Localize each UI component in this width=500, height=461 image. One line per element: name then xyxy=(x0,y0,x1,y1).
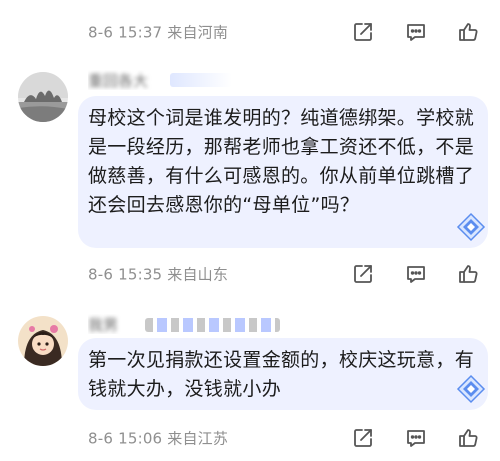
username-blur xyxy=(145,318,280,332)
comment-icon xyxy=(407,266,425,283)
diamond-badge-icon xyxy=(456,212,486,242)
comment-meta-row: 8-6 15:35 来自山东 xyxy=(0,254,500,294)
comment-time: 15:37 xyxy=(118,23,163,42)
username-blur xyxy=(170,73,232,87)
comment-location: 来自山东 xyxy=(167,265,229,284)
like-button[interactable] xyxy=(455,425,481,451)
comment-meta-row: 8-6 15:06 来自江苏 xyxy=(0,418,500,458)
share-button[interactable] xyxy=(350,19,376,45)
share-button[interactable] xyxy=(350,425,376,451)
diamond-badge-icon xyxy=(456,374,486,404)
comment-date: 8-6 xyxy=(88,23,114,42)
comment-location: 来自江苏 xyxy=(167,429,229,448)
comment-date: 8-6 xyxy=(88,429,114,448)
comment-text: 母校这个词是谁发明的？纯道德绑架。学校就是一段经历，那帮老师也拿工资还不低，不是… xyxy=(88,107,475,216)
avatar-image xyxy=(18,72,68,122)
comment-date: 8-6 xyxy=(88,265,114,284)
comment-text: 第一次见捐款还设置金额的，校庆这玩意，有钱就大办，没钱就小办 xyxy=(88,349,475,400)
like-button[interactable] xyxy=(455,19,481,45)
comment-meta-text: 8-6 15:37 来自河南 xyxy=(88,22,228,43)
comment-bubble: 母校这个词是谁发明的？纯道德绑架。学校就是一段经历，那帮老师也拿工资还不低，不是… xyxy=(78,96,488,248)
thumbs-up-icon xyxy=(459,23,478,41)
comment-time: 15:06 xyxy=(118,429,163,448)
comment-time: 15:35 xyxy=(118,265,163,284)
comment-location: 来自河南 xyxy=(167,23,229,42)
avatar-image xyxy=(18,316,68,366)
avatar[interactable] xyxy=(18,316,68,366)
comment-bubble: 第一次见捐款还设置金额的，校庆这玩意，有钱就大办，没钱就小办 xyxy=(78,338,488,410)
thumbs-up-icon xyxy=(459,265,478,283)
avatar[interactable] xyxy=(18,72,68,122)
comment-meta-text: 8-6 15:35 来自山东 xyxy=(88,264,228,285)
comment-meta-row: 8-6 15:37 来自河南 xyxy=(0,12,500,52)
share-icon xyxy=(354,265,372,283)
share-icon xyxy=(354,23,372,41)
comment-button[interactable] xyxy=(403,425,429,451)
like-button[interactable] xyxy=(455,261,481,287)
comment-button[interactable] xyxy=(403,261,429,287)
comment-button[interactable] xyxy=(403,19,429,45)
share-icon xyxy=(354,429,372,447)
thumbs-up-icon xyxy=(459,429,478,447)
share-button[interactable] xyxy=(350,261,376,287)
comment-icon xyxy=(407,430,425,447)
comment-meta-text: 8-6 15:06 来自江苏 xyxy=(88,428,228,449)
comment-icon xyxy=(407,24,425,41)
